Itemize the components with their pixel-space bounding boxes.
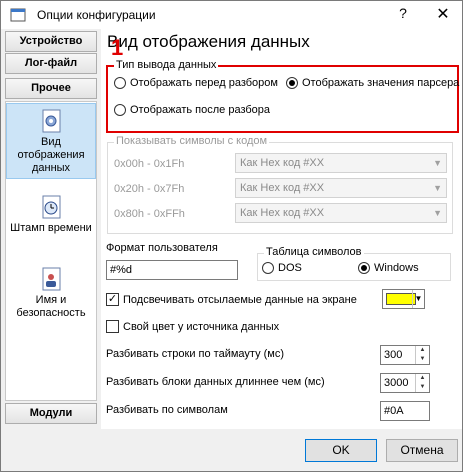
split-symbols-input[interactable]: #0A [380, 401, 430, 421]
symbol-range-1-select[interactable]: Как Hex код #XX ▼ [235, 153, 447, 173]
show-symbols-group: Показывать символы с кодом 0x00h - 0x1Fh… [107, 135, 453, 234]
main-panel: Вид отображения данных 1 Тип вывода данн… [101, 29, 462, 429]
sidebar-item-data-view[interactable]: Вид отображения данных [6, 103, 96, 179]
charset-group: Таблица символов DOS Windows [257, 246, 451, 281]
window-title: Опции конфигурации [37, 8, 156, 22]
title-bar: Опции конфигурации ? ✕ [1, 1, 462, 29]
select-value: Как Hex код #XX [240, 207, 325, 219]
radio-indicator [262, 262, 274, 274]
sidebar-section-modules[interactable]: Модули [5, 403, 97, 424]
annotation-number: 1 [111, 35, 124, 60]
ok-button[interactable]: OK [305, 439, 377, 462]
highlight-color-picker[interactable]: ▼ [382, 289, 425, 309]
gear-document-icon [42, 109, 61, 133]
show-symbols-legend: Показывать символы с кодом [114, 135, 270, 147]
split-longer-stepper[interactable]: 3000 ▲ ▼ [380, 373, 430, 393]
chevron-down-icon: ▼ [433, 158, 442, 168]
sidebar-item-label: Штамп времени [10, 222, 92, 234]
symbol-range-2-select[interactable]: Как Hex код #XX ▼ [235, 178, 447, 198]
app-icon [10, 8, 26, 22]
symbol-range-label: 0x80h - 0xFFh [114, 208, 185, 220]
chevron-down-icon: ▼ [412, 290, 424, 308]
sidebar-section-other[interactable]: Прочее [5, 78, 97, 99]
radio-charset-windows[interactable]: Windows [358, 262, 419, 274]
user-document-icon [42, 267, 61, 291]
radio-label: Отображать перед разбором [130, 77, 278, 89]
radio-display-before-parse[interactable]: Отображать перед разбором [114, 77, 278, 89]
checkbox-indicator [106, 320, 119, 333]
dialog-footer: OK Отмена [1, 429, 462, 471]
sidebar-nav-list: Вид отображения данных Штамп времени Имя… [5, 101, 97, 401]
symbol-range-3-select[interactable]: Как Hex код #XX ▼ [235, 203, 447, 223]
radio-display-parser-values[interactable]: Отображать значения парсера [286, 77, 459, 89]
checkbox-label: Свой цвет у источника данных [123, 320, 280, 333]
sidebar-item-name-security[interactable]: Имя и безопасность [6, 262, 96, 326]
output-type-group: Тип вывода данных Отображать перед разбо… [106, 59, 459, 133]
radio-indicator [358, 262, 370, 274]
clock-document-icon [42, 195, 61, 219]
sidebar: Устройство Лог-файл Прочее Вид отображен… [1, 29, 101, 429]
symbol-range-label: 0x00h - 0x1Fh [114, 158, 185, 170]
chevron-down-icon: ▼ [433, 183, 442, 193]
highlight-sent-checkbox[interactable]: ✓ Подсвечивать отсылаемые данные на экра… [106, 293, 357, 306]
user-format-label: Формат пользователя [106, 242, 218, 254]
split-timeout-stepper[interactable]: 300 ▲ ▼ [380, 345, 430, 365]
radio-indicator [114, 104, 126, 116]
symbol-range-label: 0x20h - 0x7Fh [114, 183, 185, 195]
close-button[interactable]: ✕ [431, 4, 455, 24]
own-color-checkbox[interactable]: Свой цвет у источника данных [106, 320, 279, 333]
sidebar-section-device[interactable]: Устройство [5, 31, 97, 52]
sidebar-item-label: Имя и безопасность [16, 294, 86, 319]
stepper-value: 3000 [384, 377, 409, 389]
sidebar-item-label: Вид отображения данных [17, 136, 85, 174]
radio-label: DOS [278, 262, 302, 274]
radio-indicator [286, 77, 298, 89]
split-timeout-label: Разбивать строки по таймауту (мс) [106, 348, 285, 360]
output-type-legend: Тип вывода данных [114, 59, 219, 71]
radio-indicator [114, 77, 126, 89]
radio-label: Отображать значения парсера [302, 77, 460, 89]
sidebar-section-logfile[interactable]: Лог-файл [5, 53, 97, 74]
page-title: Вид отображения данных [107, 32, 310, 51]
stepper-value: 300 [384, 349, 403, 361]
checkbox-indicator: ✓ [106, 293, 119, 306]
stepper-arrows-icon[interactable]: ▲ ▼ [415, 346, 429, 364]
checkbox-label: Подсвечивать отсылаемые данные на экране [123, 293, 357, 306]
radio-display-after-parse[interactable]: Отображать после разбора [114, 104, 270, 116]
help-button[interactable]: ? [391, 5, 415, 21]
radio-charset-dos[interactable]: DOS [262, 262, 302, 274]
charset-legend: Таблица символов [264, 246, 364, 258]
radio-label: Windows [374, 262, 419, 274]
stepper-arrows-icon[interactable]: ▲ ▼ [415, 374, 429, 392]
select-value: Как Hex код #XX [240, 157, 325, 169]
sidebar-item-timestamp[interactable]: Штамп времени [6, 190, 96, 250]
select-value: Как Hex код #XX [240, 182, 325, 194]
options-dialog: Опции конфигурации ? ✕ Устройство Лог-фа… [0, 0, 463, 472]
cancel-button[interactable]: Отмена [386, 439, 458, 462]
split-symbols-label: Разбивать по символам [106, 404, 228, 416]
split-longer-label: Разбивать блоки данных длиннее чем (мс) [106, 376, 325, 388]
user-format-input[interactable]: #%d [106, 260, 238, 280]
chevron-down-icon: ▼ [433, 208, 442, 218]
radio-label: Отображать после разбора [130, 104, 271, 116]
